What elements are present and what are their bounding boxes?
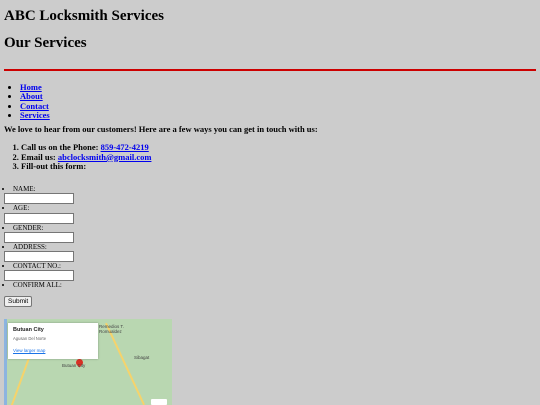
form-item-name: NAME: — [4, 184, 536, 205]
form-label: NAME: — [13, 184, 36, 193]
nav-item-home: Home — [20, 82, 536, 92]
section-heading: Our Services — [4, 35, 87, 51]
form-item-gender: GENDER: — [4, 223, 536, 243]
nav-item-contact: Contact — [20, 101, 536, 111]
nav-item-services: Services — [20, 110, 536, 120]
map-card-subtitle: Agusan Del Norte — [13, 336, 47, 341]
map-card-title: Butuan City — [13, 327, 44, 333]
contact-email: Email us: abclocksmith@gmail.com — [21, 151, 536, 163]
phone-link[interactable]: 859-472-4219 — [101, 142, 149, 152]
intro-text: We love to hear from our customers! Here… — [4, 124, 318, 135]
view-larger-map-link[interactable]: View larger map — [13, 348, 45, 353]
form-item-address: ADDRESS: — [4, 242, 536, 263]
form-item-contact-no: CONTACT NO.: — [4, 262, 536, 282]
site-title: ABC Locksmith Services — [4, 8, 164, 24]
email-link[interactable]: abclocksmith@gmail.com — [58, 152, 152, 162]
name-input[interactable] — [4, 193, 74, 205]
phone-prefix: Call us on the Phone: — [21, 142, 101, 153]
nav-item-about: About — [20, 92, 536, 101]
map-info-card: Butuan City Agusan Del Norte View larger… — [8, 323, 98, 359]
submit-button[interactable]: Submit — [4, 295, 33, 307]
map-road — [105, 322, 145, 405]
email-prefix: Email us: — [21, 151, 58, 162]
map-water — [4, 319, 7, 405]
age-input[interactable] — [4, 212, 74, 224]
contact-form: Fill-out this form: — [21, 162, 536, 172]
form-label: CONTACT NO.: — [13, 262, 61, 271]
nav-link-services[interactable]: Services — [20, 110, 50, 120]
map-label-butuan: Butuan City — [62, 363, 86, 368]
embedded-map[interactable]: Remedios T. Romualdez Sibagat Butuan Cit… — [4, 319, 172, 405]
contact-form-list: NAME: AGE: GENDER: ADDRESS: CONTACT NO.:… — [4, 185, 536, 290]
form-label: CONFIRM ALL: — [13, 281, 62, 290]
contact-list: Call us on the Phone: 859-472-4219 Email… — [4, 142, 536, 172]
form-label: GENDER: — [13, 223, 44, 232]
form-label: AGE: — [13, 204, 30, 213]
map-label-remedios: Remedios T. Romualdez — [99, 324, 124, 334]
form-item-confirm: CONFIRM ALL: — [13, 281, 536, 289]
map-label-sibagat: Sibagat — [134, 355, 150, 360]
gender-input[interactable] — [4, 231, 74, 243]
map-zoom-control[interactable] — [151, 399, 167, 405]
nav-list: Home About Contact Services — [4, 82, 536, 120]
form-label: ADDRESS: — [13, 242, 47, 251]
form-item-age: AGE: — [4, 204, 536, 224]
contact-no-input[interactable] — [4, 270, 74, 282]
page: ABC Locksmith Services Our Services Home… — [0, 0, 540, 339]
address-input[interactable] — [4, 251, 74, 263]
divider — [4, 69, 536, 71]
